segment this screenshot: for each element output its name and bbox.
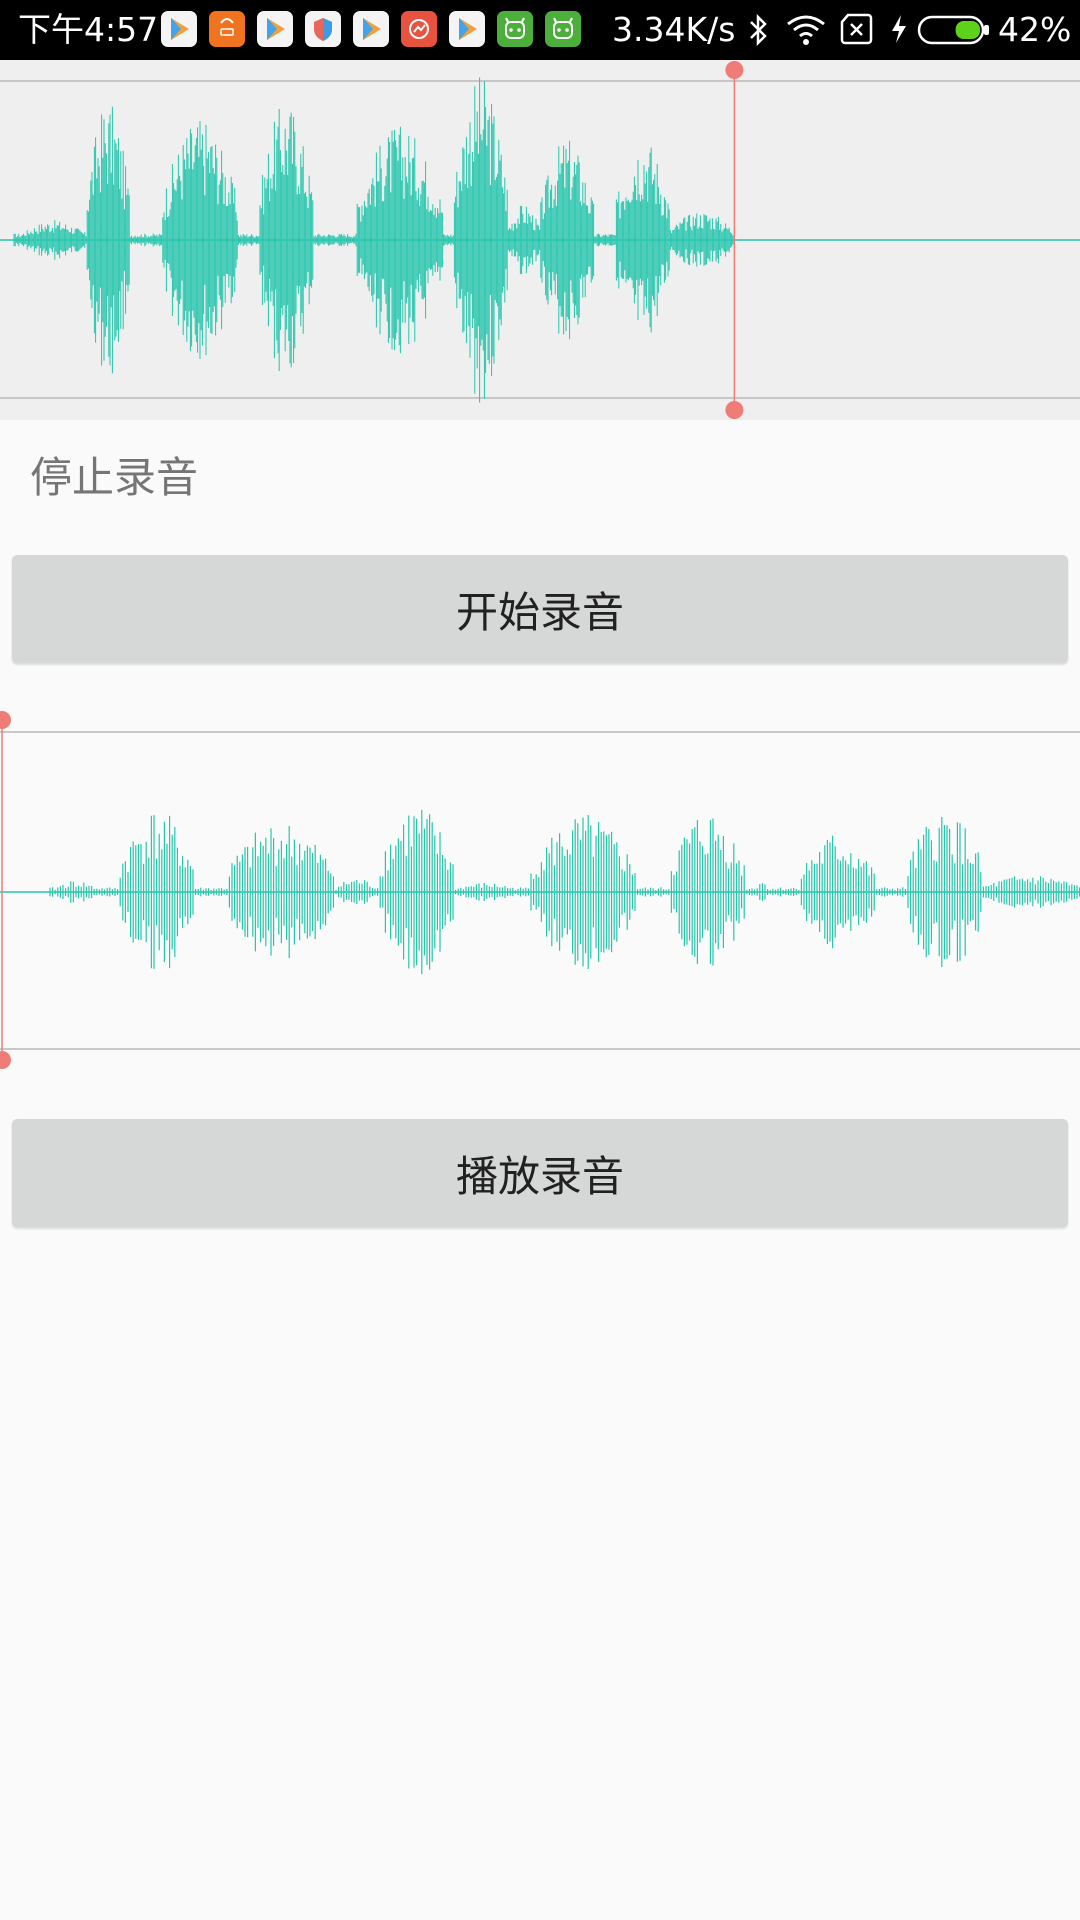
playback-waveform[interactable] xyxy=(0,710,1080,1070)
no-sim-icon xyxy=(840,13,874,49)
playhead-bottom-handle xyxy=(725,401,744,419)
recording-waveform xyxy=(0,60,1080,420)
playhead-top-handle xyxy=(725,61,744,79)
battery-percent: 42% xyxy=(998,10,1072,49)
status-bar: 下午4:57 3.34K/s 42% xyxy=(0,0,1080,60)
red-app-icon xyxy=(401,11,437,47)
battery-icon xyxy=(917,15,991,49)
network-speed: 3.34K/s xyxy=(612,10,736,49)
bluetooth-icon xyxy=(745,13,771,50)
android-app-icon xyxy=(497,11,533,47)
playback-waveform-canvas[interactable] xyxy=(0,710,1080,1070)
status-time: 下午4:57 xyxy=(18,10,159,49)
play-store-icon xyxy=(449,11,485,47)
recording-waveform-canvas xyxy=(0,61,1080,419)
play-store-icon xyxy=(257,11,293,47)
playhead-top-handle xyxy=(0,711,11,729)
charging-icon xyxy=(889,13,909,49)
waveform-sample-bars xyxy=(13,77,735,403)
playhead-bottom-handle xyxy=(0,1051,11,1069)
play-recording-button[interactable]: 播放录音 xyxy=(12,1119,1068,1227)
play-store-icon xyxy=(353,11,389,47)
shield-app-icon xyxy=(305,11,341,47)
mi-store-icon xyxy=(209,11,245,47)
wifi-icon xyxy=(786,14,826,50)
start-recording-button[interactable]: 开始录音 xyxy=(12,555,1068,663)
play-store-icon xyxy=(161,11,197,47)
waveform-samples xyxy=(13,77,735,403)
recording-status-label: 停止录音 xyxy=(30,453,199,502)
android-app-icon xyxy=(545,11,581,47)
